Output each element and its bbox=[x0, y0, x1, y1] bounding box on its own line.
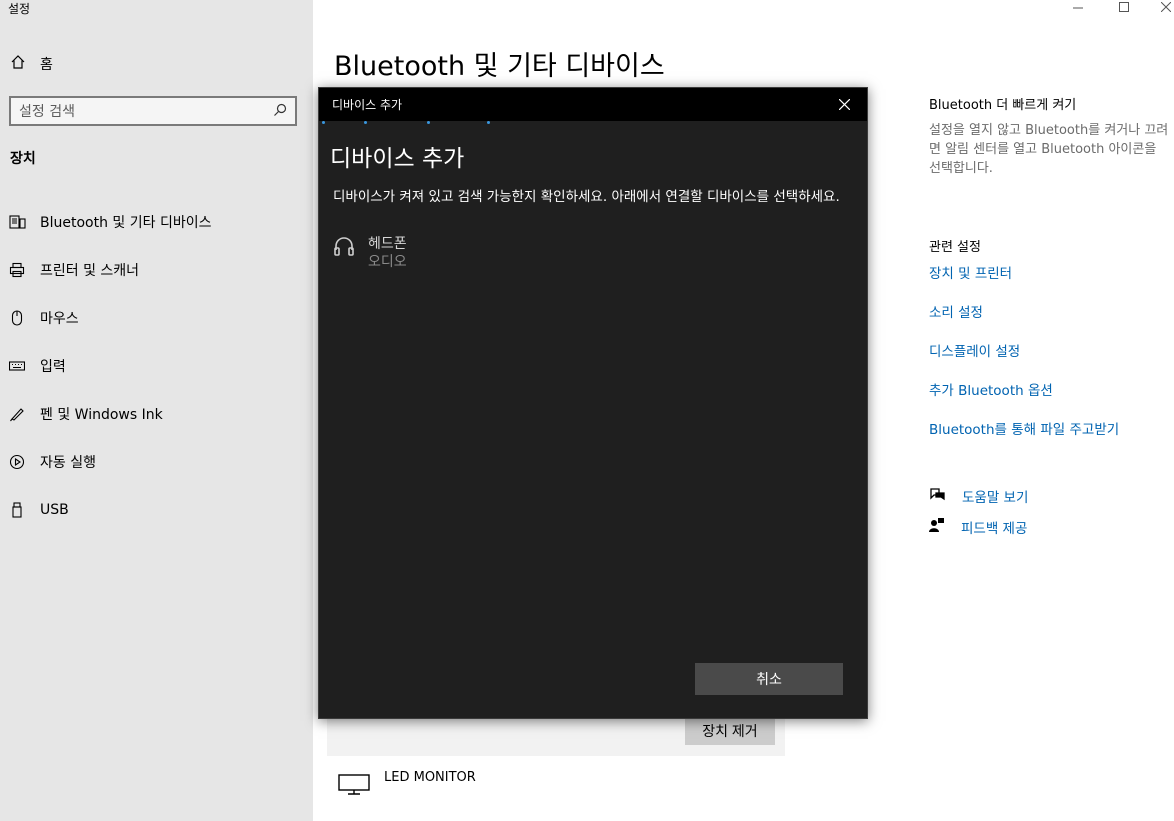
dialog-close-button[interactable] bbox=[821, 88, 867, 121]
link-sound-settings[interactable]: 소리 설정 bbox=[929, 302, 1174, 341]
related-heading: 관련 설정 bbox=[929, 240, 981, 255]
home-label: 홈 bbox=[40, 57, 53, 73]
sidebar-item-label: 입력 bbox=[40, 359, 66, 375]
sidebar-item-printer[interactable]: 프린터 및 스캐너 bbox=[0, 246, 313, 294]
app-title: 설정 bbox=[8, 2, 31, 16]
sidebar-item-label: 프린터 및 스캐너 bbox=[40, 263, 140, 279]
sidebar-item-pen[interactable]: 펜 및 Windows Ink bbox=[0, 390, 313, 438]
sidebar-item-label: 자동 실행 bbox=[40, 455, 96, 471]
sidebar-item-label: Bluetooth 및 기타 디바이스 bbox=[40, 215, 212, 231]
sidebar-item-autoplay[interactable]: 자동 실행 bbox=[0, 438, 313, 486]
maximize-button[interactable] bbox=[1116, 0, 1132, 14]
link-more-bluetooth-options[interactable]: 추가 Bluetooth 옵션 bbox=[929, 380, 1174, 419]
search-box[interactable]: 설정 검색 bbox=[9, 96, 297, 126]
dialog-heading: 디바이스 추가 bbox=[330, 146, 465, 172]
sidebar-item-typing[interactable]: 입력 bbox=[0, 342, 313, 390]
get-help-label: 도움말 보기 bbox=[962, 489, 1029, 506]
device-list-item[interactable]: 헤드폰 오디오 bbox=[333, 235, 867, 271]
link-display-settings[interactable]: 디스플레이 설정 bbox=[929, 341, 1174, 380]
add-device-dialog: 디바이스 추가 디바이스 추가 디바이스가 켜져 있고 검색 가능한지 확인하세… bbox=[318, 87, 868, 719]
right-pane: Bluetooth 더 빠르게 켜기 설정을 열지 않고 Bluetooth를 … bbox=[929, 94, 1174, 542]
sidebar-item-mouse[interactable]: 마우스 bbox=[0, 294, 313, 342]
feedback-icon bbox=[929, 517, 945, 537]
give-feedback-link[interactable]: 피드백 제공 bbox=[929, 511, 1174, 542]
tip-text: 설정을 열지 않고 Bluetooth를 켜거나 끄려면 알림 센터를 열고 B… bbox=[929, 123, 1169, 176]
dialog-window-title: 디바이스 추가 bbox=[332, 98, 403, 112]
home-icon bbox=[10, 54, 26, 74]
usb-icon bbox=[8, 501, 26, 519]
device-led-monitor[interactable]: LED MONITOR bbox=[338, 768, 476, 800]
help-icon bbox=[929, 486, 946, 506]
close-icon bbox=[838, 99, 850, 110]
cancel-button[interactable]: 취소 bbox=[695, 663, 843, 695]
device-name: LED MONITOR bbox=[384, 770, 476, 785]
help-section: 도움말 보기 피드백 제공 bbox=[929, 480, 1174, 542]
home-button[interactable]: 홈 bbox=[10, 54, 53, 74]
minimize-button[interactable] bbox=[1070, 0, 1086, 14]
monitor-icon bbox=[338, 770, 370, 800]
search-input[interactable]: 설정 검색 bbox=[19, 101, 273, 121]
autoplay-icon bbox=[8, 453, 26, 471]
maximize-icon bbox=[1119, 2, 1129, 12]
keyboard-icon bbox=[8, 357, 26, 375]
related-settings: 관련 설정 장치 및 프린터 소리 설정 디스플레이 설정 추가 Bluetoo… bbox=[929, 236, 1174, 458]
tip-heading: Bluetooth 더 빠르게 켜기 bbox=[929, 98, 1077, 113]
sidebar-item-label: USB bbox=[40, 502, 69, 518]
close-icon bbox=[1161, 2, 1171, 12]
headphones-icon bbox=[333, 235, 355, 261]
minimize-icon bbox=[1073, 7, 1083, 9]
device-name: 헤드폰 bbox=[368, 236, 407, 252]
close-window-button[interactable] bbox=[1158, 0, 1174, 14]
sidebar-item-bluetooth[interactable]: Bluetooth 및 기타 디바이스 bbox=[0, 198, 313, 246]
remove-device-button[interactable]: 장치 제거 bbox=[685, 717, 775, 745]
get-help-link[interactable]: 도움말 보기 bbox=[929, 480, 1174, 511]
sidebar: 설정 홈 설정 검색 장치 Bluetooth 및 기타 디바이스 프린터 및 … bbox=[0, 0, 313, 821]
search-icon[interactable] bbox=[273, 102, 287, 121]
pen-icon bbox=[8, 405, 26, 423]
mouse-icon bbox=[8, 309, 26, 327]
link-devices-printers[interactable]: 장치 및 프린터 bbox=[929, 263, 1174, 302]
give-feedback-label: 피드백 제공 bbox=[961, 520, 1028, 537]
section-label: 장치 bbox=[10, 151, 36, 167]
bluetooth-devices-icon bbox=[8, 213, 26, 231]
link-bluetooth-file-transfer[interactable]: Bluetooth를 통해 파일 주고받기 bbox=[929, 419, 1174, 458]
dialog-titlebar: 디바이스 추가 bbox=[319, 88, 867, 121]
printer-icon bbox=[8, 261, 26, 279]
dialog-description: 디바이스가 켜져 있고 검색 가능한지 확인하세요. 아래에서 연결할 디바이스… bbox=[333, 189, 840, 205]
sidebar-item-usb[interactable]: USB bbox=[0, 486, 313, 534]
sidebar-item-label: 펜 및 Windows Ink bbox=[40, 407, 163, 423]
page-title: Bluetooth 및 기타 디바이스 bbox=[334, 51, 665, 82]
searching-progress-dots bbox=[319, 121, 867, 125]
sidebar-item-label: 마우스 bbox=[40, 311, 79, 327]
sidebar-nav: Bluetooth 및 기타 디바이스 프린터 및 스캐너 마우스 입력 펜 및… bbox=[0, 198, 313, 534]
device-type: 오디오 bbox=[368, 254, 407, 270]
